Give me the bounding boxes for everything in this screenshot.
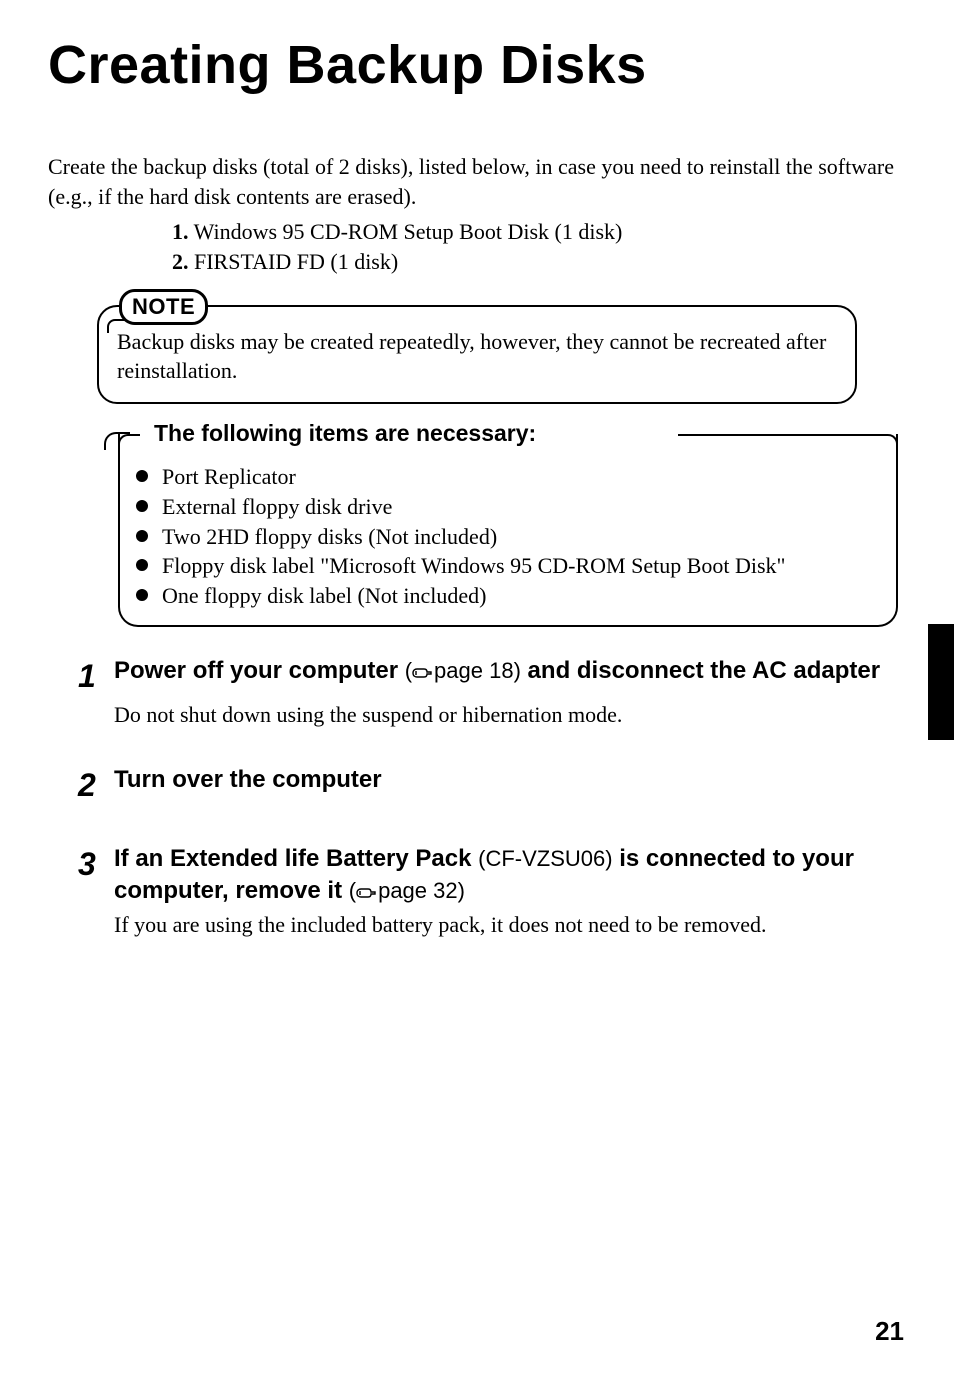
list-item: 1. Windows 95 CD-ROM Setup Boot Disk (1 … — [172, 217, 906, 247]
step-heading: 2 Turn over the computer — [78, 764, 886, 807]
step-3: 3 If an Extended life Battery Pack (CF-V… — [78, 843, 886, 938]
list-item: One floppy disk label (Not included) — [136, 581, 880, 611]
list-item: External floppy disk drive — [136, 492, 880, 522]
note-label: NOTE — [119, 289, 208, 325]
items-bullet-list: Port Replicator External floppy disk dri… — [136, 462, 880, 610]
step-body: If you are using the included battery pa… — [114, 912, 886, 938]
necessary-items-callout: The following items are necessary: Port … — [118, 434, 898, 626]
list-item: Two 2HD floppy disks (Not included) — [136, 522, 880, 552]
list-item: 2. FIRSTAID FD (1 disk) — [172, 247, 906, 277]
list-number: 1. — [172, 219, 189, 244]
steps-section: 1 Power off your computer (page 18) and … — [78, 655, 886, 938]
thumb-tab — [928, 624, 954, 740]
list-text: Windows 95 CD-ROM Setup Boot Disk (1 dis… — [189, 219, 623, 244]
step-2: 2 Turn over the computer — [78, 764, 886, 807]
step-title: If an Extended life Battery Pack (CF-VZS… — [114, 843, 886, 908]
list-number: 2. — [172, 249, 189, 274]
note-body: Backup disks may be created repeatedly, … — [97, 305, 857, 404]
list-item: Floppy disk label "Microsoft Windows 95 … — [136, 551, 880, 581]
intro-paragraph: Create the backup disks (total of 2 disk… — [48, 152, 906, 211]
items-title: The following items are necessary: — [148, 420, 542, 447]
disk-list: 1. Windows 95 CD-ROM Setup Boot Disk (1 … — [172, 217, 906, 276]
page-reference: (page 32) — [349, 878, 465, 903]
items-box: Port Replicator External floppy disk dri… — [118, 434, 898, 626]
pointing-hand-icon — [412, 664, 432, 680]
note-connector-icon — [107, 319, 125, 333]
step-title: Turn over the computer — [114, 764, 382, 807]
page-title: Creating Backup Disks — [48, 34, 906, 96]
model-number: (CF-VZSU06) — [478, 846, 612, 871]
manual-page: Creating Backup Disks Create the backup … — [0, 0, 954, 1385]
step-number: 1 — [78, 655, 104, 698]
step-body: Do not shut down using the suspend or hi… — [114, 702, 886, 728]
step-number: 2 — [78, 764, 104, 807]
step-1: 1 Power off your computer (page 18) and … — [78, 655, 886, 728]
step-heading: 3 If an Extended life Battery Pack (CF-V… — [78, 843, 886, 908]
step-heading: 1 Power off your computer (page 18) and … — [78, 655, 886, 698]
step-title: Power off your computer (page 18) and di… — [114, 655, 880, 698]
items-connector-icon — [104, 432, 130, 450]
note-callout: NOTE Backup disks may be created repeate… — [97, 305, 857, 404]
page-number: 21 — [875, 1316, 904, 1347]
step-number: 3 — [78, 843, 104, 908]
page-reference: (page 18) — [405, 658, 521, 683]
list-text: FIRSTAID FD (1 disk) — [189, 249, 399, 274]
list-item: Port Replicator — [136, 462, 880, 492]
pointing-hand-icon — [356, 884, 376, 900]
